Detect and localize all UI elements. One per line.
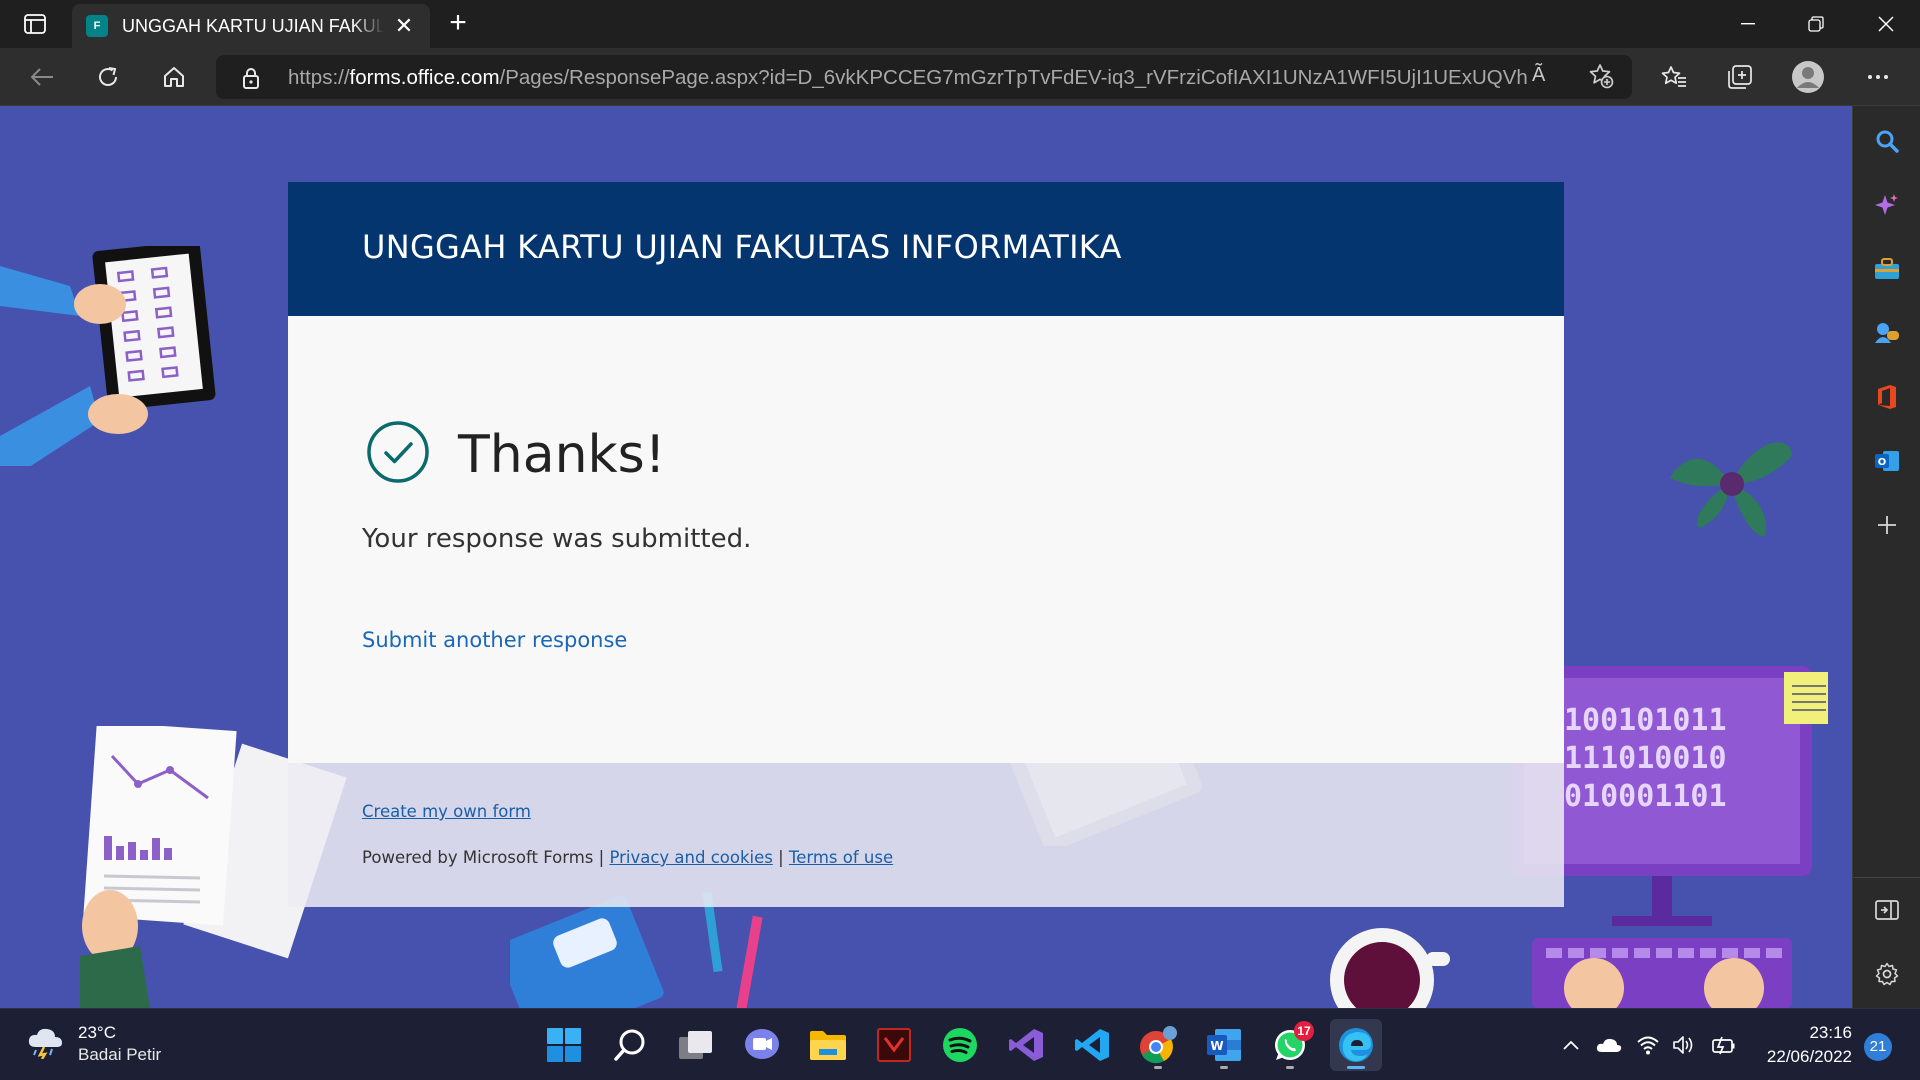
binary-line-1: 100101011	[1564, 703, 1727, 738]
plant-illustration	[1670, 442, 1792, 537]
outlook-icon[interactable]: O	[1867, 441, 1907, 481]
home-icon[interactable]	[154, 57, 194, 97]
form-footer: Create my own form Powered by Microsoft …	[288, 763, 1564, 907]
read-aloud-icon[interactable]: Ã	[1532, 64, 1545, 87]
search-icon[interactable]	[1867, 121, 1907, 161]
privacy-cookies-link[interactable]: Privacy and cookies	[609, 848, 772, 867]
form-body: Thanks! Your response was submitted. Sub…	[288, 316, 1564, 763]
hide-sidebar-icon[interactable]	[1867, 890, 1907, 930]
favorites-icon[interactable]	[1654, 57, 1694, 97]
svg-text:W: W	[1210, 1039, 1223, 1053]
browser-tab-bar: F UNGGAH KARTU UJIAN FAKULTAS INFORMATIK…	[0, 0, 1920, 48]
whatsapp-icon[interactable]: 17	[1264, 1019, 1316, 1071]
vscode-icon[interactable]	[1066, 1019, 1118, 1071]
weather-condition: Badai Petir	[78, 1045, 162, 1064]
thanks-heading: Thanks!	[458, 424, 666, 485]
tablet-hands-illustration	[0, 246, 216, 466]
coffee-cup-illustration	[1330, 928, 1450, 1008]
word-icon[interactable]: W	[1198, 1019, 1250, 1071]
tab-forms[interactable]: F UNGGAH KARTU UJIAN FAKULTAS INFORMATIK…	[72, 4, 430, 48]
weather-widget[interactable]: 23°C Badai Petir	[26, 1022, 161, 1066]
tab-title: UNGGAH KARTU UJIAN FAKULTAS INFORMATIKA	[122, 15, 384, 36]
checkmark-circle-icon	[366, 420, 430, 489]
url-text[interactable]: https://forms.office.com/Pages/ResponseP…	[288, 66, 1528, 90]
clock-time: 23:16	[1809, 1023, 1852, 1042]
more-options-icon[interactable]	[1858, 57, 1898, 97]
thunderstorm-icon	[26, 1025, 66, 1064]
binary-line-3: 010001101	[1564, 779, 1727, 814]
minimize-icon[interactable]	[1714, 0, 1782, 48]
show-hidden-icons-icon[interactable]	[1562, 1009, 1580, 1080]
edge-icon[interactable]	[1330, 1019, 1382, 1071]
form-card: UNGGAH KARTU UJIAN FAKULTAS INFORMATIKA …	[288, 182, 1564, 907]
forms-favicon-icon: F	[86, 15, 108, 37]
onedrive-icon[interactable]	[1596, 1009, 1622, 1080]
profile-avatar-icon[interactable]	[1788, 57, 1828, 97]
battery-icon[interactable]	[1710, 1009, 1736, 1080]
create-own-form-link[interactable]: Create my own form	[362, 802, 531, 821]
submitted-message: Your response was submitted.	[362, 524, 752, 554]
sidebar-divider	[1853, 877, 1920, 878]
close-window-icon[interactable]	[1852, 0, 1920, 48]
powered-by-text: Powered by Microsoft Forms |	[362, 848, 605, 867]
clock-date: 22/06/2022	[1766, 1047, 1852, 1066]
terms-of-use-link[interactable]: Terms of use	[789, 848, 893, 867]
weather-temperature: 23°C	[78, 1023, 116, 1042]
start-icon[interactable]	[538, 1019, 590, 1071]
whatsapp-badge: 17	[1294, 1021, 1314, 1041]
sidebar-settings-icon[interactable]	[1867, 954, 1907, 994]
tab-close-icon[interactable]: ✕	[392, 13, 416, 39]
chrome-icon[interactable]	[1132, 1019, 1184, 1071]
svg-text:O: O	[1878, 457, 1887, 468]
add-sidebar-app-icon[interactable]	[1867, 505, 1907, 545]
add-favorite-icon[interactable]	[1588, 63, 1614, 94]
taskbar-search-icon[interactable]	[604, 1019, 656, 1071]
office-icon[interactable]	[1867, 377, 1907, 417]
address-bar[interactable]: https://forms.office.com/Pages/ResponseP…	[216, 55, 1632, 99]
tab-actions-icon[interactable]	[14, 10, 56, 38]
teams-chat-icon[interactable]	[736, 1019, 788, 1071]
spotify-icon[interactable]	[934, 1019, 986, 1071]
collections-icon[interactable]	[1720, 57, 1760, 97]
games-icon[interactable]	[1867, 313, 1907, 353]
volume-icon[interactable]	[1672, 1009, 1696, 1080]
footer-separator: |	[778, 848, 784, 867]
lock-icon[interactable]	[242, 67, 260, 94]
visual-studio-icon[interactable]	[1000, 1019, 1052, 1071]
binary-line-2: 111010010	[1564, 741, 1727, 776]
forms-page: 100101011 111010010 010001101 UNGGAH KAR…	[0, 106, 1852, 1008]
discover-sparkle-icon[interactable]	[1867, 185, 1907, 225]
task-view-icon[interactable]	[670, 1019, 722, 1071]
notification-count-badge[interactable]: 21	[1864, 1033, 1892, 1061]
form-header: UNGGAH KARTU UJIAN FAKULTAS INFORMATIKA	[288, 182, 1564, 316]
submit-another-response-link[interactable]: Submit another response	[362, 628, 627, 652]
restore-icon[interactable]	[1782, 0, 1850, 48]
file-explorer-icon[interactable]	[802, 1019, 854, 1071]
powered-by-line: Powered by Microsoft Forms | Privacy and…	[362, 848, 893, 867]
tools-icon[interactable]	[1867, 249, 1907, 289]
thanks-row: Thanks!	[366, 420, 666, 489]
new-tab-button[interactable]: +	[440, 8, 476, 40]
browser-toolbar: https://forms.office.com/Pages/ResponseP…	[0, 48, 1920, 106]
windows-taskbar: 23°C Badai Petir W 17 23:16 22/06/2022 2…	[0, 1008, 1920, 1080]
app-icon[interactable]	[868, 1019, 920, 1071]
system-clock[interactable]: 23:16 22/06/2022	[1748, 1021, 1852, 1069]
wifi-icon[interactable]	[1636, 1009, 1660, 1080]
form-title: UNGGAH KARTU UJIAN FAKULTAS INFORMATIKA	[362, 228, 1122, 266]
back-icon[interactable]	[22, 57, 62, 97]
refresh-icon[interactable]	[88, 57, 128, 97]
edge-sidebar: O	[1852, 106, 1920, 1008]
